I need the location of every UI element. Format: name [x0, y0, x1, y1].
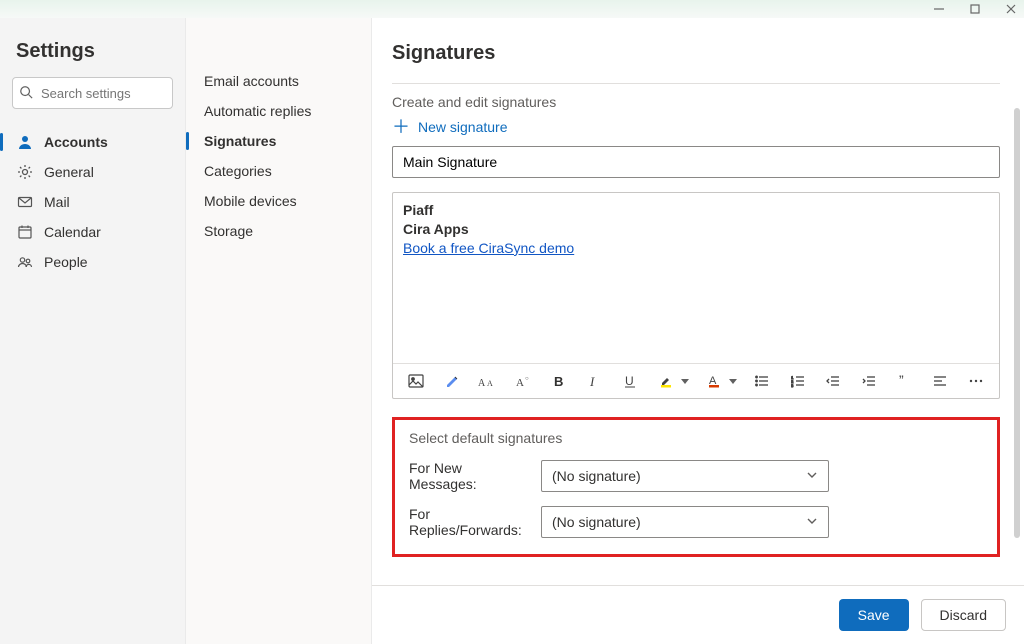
- save-button[interactable]: Save: [839, 599, 909, 631]
- svg-text:B: B: [554, 374, 563, 388]
- font-size-icon[interactable]: A○: [512, 370, 534, 392]
- scrollbar[interactable]: [1014, 108, 1020, 538]
- settings-sidebar: Settings Accounts General: [0, 18, 186, 644]
- subnav-categories[interactable]: Categories: [186, 156, 371, 186]
- gear-icon: [16, 164, 34, 180]
- search-input[interactable]: [12, 77, 173, 109]
- subnav-storage[interactable]: Storage: [186, 216, 371, 246]
- replies-forwards-select[interactable]: (No signature): [541, 506, 829, 538]
- editor-line-2: Cira Apps: [403, 221, 469, 237]
- category-mail[interactable]: Mail: [0, 187, 185, 217]
- plus-icon: ＋: [392, 118, 410, 136]
- settings-subnav: Email accounts Automatic replies Signatu…: [186, 18, 372, 644]
- numbered-list-icon[interactable]: 123: [787, 370, 809, 392]
- category-accounts[interactable]: Accounts: [0, 127, 185, 157]
- person-icon: [16, 134, 34, 150]
- signatures-panel: Signatures Create and edit signatures ＋ …: [372, 18, 1024, 644]
- highlight-color-button[interactable]: [655, 370, 689, 392]
- align-icon[interactable]: [930, 370, 952, 392]
- new-signature-button[interactable]: ＋ New signature: [392, 118, 1000, 136]
- svg-text:”: ”: [899, 374, 904, 388]
- footer: Save Discard: [372, 585, 1024, 644]
- category-label: Calendar: [44, 224, 101, 240]
- new-messages-select[interactable]: (No signature): [541, 460, 829, 492]
- underline-icon[interactable]: U: [619, 370, 641, 392]
- clear-format-icon[interactable]: [441, 370, 463, 392]
- category-calendar[interactable]: Calendar: [0, 217, 185, 247]
- svg-text:○: ○: [525, 376, 529, 382]
- chevron-down-icon: [681, 379, 689, 384]
- new-signature-label: New signature: [418, 119, 508, 135]
- bullet-list-icon[interactable]: [751, 370, 773, 392]
- quote-icon[interactable]: ”: [894, 370, 916, 392]
- default-signatures-section: Select default signatures For New Messag…: [392, 417, 1000, 557]
- font-color-icon: A: [703, 370, 725, 392]
- category-label: General: [44, 164, 94, 180]
- people-icon: [16, 254, 34, 270]
- font-color-button[interactable]: A: [703, 370, 737, 392]
- divider: [392, 83, 1000, 84]
- signature-editor: Piaff Cira Apps Book a free CiraSync dem…: [392, 192, 1000, 399]
- window-titlebar: [0, 0, 1024, 18]
- insert-image-icon[interactable]: [405, 370, 427, 392]
- settings-category-list: Accounts General Mail Calendar: [0, 127, 185, 277]
- category-people[interactable]: People: [0, 247, 185, 277]
- category-label: Mail: [44, 194, 70, 210]
- editor-toolbar: AA A○ B I U A 123 ”: [393, 363, 999, 398]
- replies-forwards-value: (No signature): [552, 514, 641, 530]
- window-maximize-button[interactable]: [968, 2, 982, 16]
- svg-text:3: 3: [791, 383, 794, 388]
- svg-text:I: I: [589, 374, 595, 388]
- svg-text:A: A: [516, 377, 524, 388]
- page-title: Signatures: [392, 42, 1000, 65]
- new-messages-value: (No signature): [552, 468, 641, 484]
- discard-button[interactable]: Discard: [921, 599, 1006, 631]
- window-close-button[interactable]: [1004, 2, 1018, 16]
- more-options-icon[interactable]: [965, 370, 987, 392]
- signature-editor-body[interactable]: Piaff Cira Apps Book a free CiraSync dem…: [393, 193, 999, 363]
- chevron-down-icon: [806, 514, 818, 530]
- replies-forwards-label: For Replies/Forwards:: [409, 506, 527, 538]
- subnav-mobile-devices[interactable]: Mobile devices: [186, 186, 371, 216]
- calendar-icon: [16, 224, 34, 240]
- mail-icon: [16, 194, 34, 210]
- svg-text:A: A: [478, 378, 486, 388]
- section-create-heading: Create and edit signatures: [392, 94, 1000, 110]
- chevron-down-icon: [729, 379, 737, 384]
- category-label: People: [44, 254, 88, 270]
- editor-link[interactable]: Book a free CiraSync demo: [403, 240, 574, 256]
- bold-icon[interactable]: B: [548, 370, 570, 392]
- category-general[interactable]: General: [0, 157, 185, 187]
- highlight-icon: [655, 370, 677, 392]
- italic-icon[interactable]: I: [584, 370, 606, 392]
- new-messages-label: For New Messages:: [409, 460, 527, 492]
- signature-name-input[interactable]: [392, 146, 1000, 178]
- font-family-icon[interactable]: AA: [476, 370, 498, 392]
- svg-text:U: U: [625, 374, 634, 388]
- subnav-email-accounts[interactable]: Email accounts: [186, 66, 371, 96]
- category-label: Accounts: [44, 134, 108, 150]
- chevron-down-icon: [806, 468, 818, 484]
- defaults-heading: Select default signatures: [409, 430, 983, 446]
- subnav-automatic-replies[interactable]: Automatic replies: [186, 96, 371, 126]
- search-icon: [19, 85, 33, 102]
- editor-line-1: Piaff: [403, 202, 433, 218]
- indent-icon[interactable]: [858, 370, 880, 392]
- svg-text:A: A: [487, 379, 493, 388]
- window-minimize-button[interactable]: [932, 2, 946, 16]
- settings-title: Settings: [0, 18, 185, 77]
- outdent-icon[interactable]: [822, 370, 844, 392]
- subnav-signatures[interactable]: Signatures: [186, 126, 371, 156]
